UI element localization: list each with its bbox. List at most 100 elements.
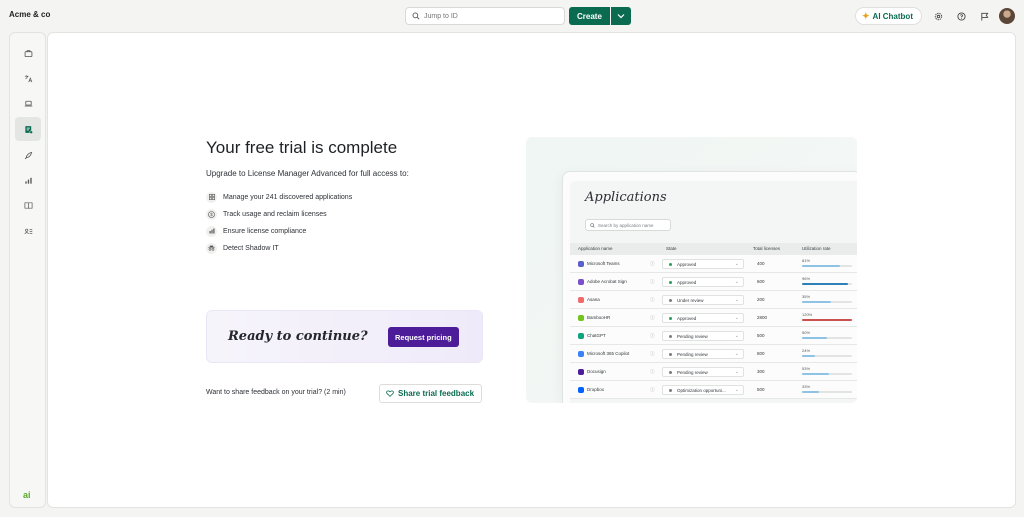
sidebar-item-people[interactable] (15, 219, 41, 243)
state-dot (669, 353, 672, 356)
people-icon (23, 228, 32, 234)
state-select: Approved ⌄ (662, 313, 744, 323)
upgrade-cta-card: Ready to continue? Request pricing (206, 310, 483, 363)
table-row: Microsoft Teams ⓘ Approved ⌄ 400 81% (570, 255, 857, 273)
jump-to-id-search[interactable] (405, 7, 565, 25)
column-header: Utilization rate (802, 246, 831, 251)
utilization-bar (802, 283, 852, 285)
utilization-bar (802, 265, 852, 267)
total-licenses: 200 (757, 297, 765, 302)
preview-table-header: Application name State Total licenses Ut… (570, 243, 857, 255)
license-icon (24, 125, 33, 134)
utilization-bar-fill (802, 265, 840, 267)
sidebar-item-projects[interactable] (15, 143, 41, 167)
utilization: 53% (802, 366, 857, 375)
org-name[interactable]: Acme & co (9, 10, 50, 19)
share-feedback-button[interactable]: Share trial feedback (379, 384, 483, 403)
state-dot (669, 317, 672, 320)
utilization-bar-fill (802, 283, 848, 285)
chevron-down-icon: ⌄ (734, 387, 739, 393)
applications-preview: Applications Search by application name … (526, 137, 857, 403)
state-label: Approved (677, 262, 697, 267)
utilization-percent: 120% (802, 312, 813, 317)
utilization: 50% (802, 330, 857, 339)
sidebar-item-license-manager[interactable] (15, 117, 41, 141)
sidebar: ai (9, 32, 46, 508)
chart-icon (24, 177, 32, 184)
sidebar-item-workspace[interactable] (15, 41, 41, 65)
info-icon: ⓘ (650, 315, 655, 320)
notifications-button[interactable] (979, 11, 989, 21)
heart-icon (386, 390, 394, 397)
sparkle-icon: ✦ (862, 10, 870, 21)
app-logo-icon (578, 261, 584, 267)
flag-icon (980, 12, 989, 21)
state-label: Approved (677, 280, 697, 285)
request-pricing-button[interactable]: Request pricing (388, 327, 459, 347)
state-label: Pending review (677, 334, 708, 339)
app-logo-icon (578, 333, 584, 339)
utilization-bar-fill (802, 319, 852, 321)
settings-button[interactable] (933, 11, 943, 21)
utilization-bar (802, 301, 852, 303)
feature-item: $ Track usage and reclaim licenses (206, 208, 327, 220)
cta-heading: Ready to continue? (228, 329, 368, 344)
chevron-down-icon: ⌄ (734, 261, 739, 267)
app-logo-icon (578, 351, 584, 357)
info-icon: ⓘ (650, 279, 655, 284)
grid-icon (206, 191, 217, 203)
state-select: Under review ⌄ (662, 295, 744, 305)
help-icon (956, 11, 966, 21)
feature-item: Detect Shadow IT (206, 242, 279, 254)
create-button[interactable]: Create (569, 7, 610, 25)
chevron-down-icon: ⌄ (734, 369, 739, 375)
total-licenses: 2800 (757, 315, 768, 320)
translate-icon (24, 74, 32, 82)
state-dot (669, 335, 672, 338)
total-licenses: 600 (757, 279, 765, 284)
state-select: Approved ⌄ (662, 259, 744, 269)
state-dot (669, 281, 672, 284)
dollar-icon: $ (206, 208, 217, 220)
state-select: Optimization opportuni... ⌄ (662, 385, 744, 395)
feature-text: Track usage and reclaim licenses (223, 210, 327, 218)
sidebar-item-analytics[interactable] (15, 168, 41, 192)
column-header: Application name (578, 246, 613, 251)
rocket-icon (24, 151, 32, 159)
app-name: ChatGPT (587, 333, 606, 338)
create-dropdown-button[interactable] (610, 7, 631, 25)
chevron-down-icon: ⌄ (734, 297, 739, 303)
user-avatar[interactable] (999, 8, 1015, 24)
utilization: 81% (802, 258, 857, 267)
search-input[interactable] (424, 12, 554, 20)
search-icon (590, 222, 595, 228)
feedback-question: Want to share feedback on your trial? (2… (206, 389, 346, 396)
total-licenses: 400 (757, 261, 765, 266)
utilization-percent: 50% (802, 330, 811, 335)
app-name: Docusign (587, 369, 606, 374)
utilization-bar (802, 355, 852, 357)
sidebar-item-translate[interactable] (15, 66, 41, 90)
app-name: Microsoft 365 Copilot (587, 351, 630, 356)
preview-window: Applications Search by application name … (562, 171, 857, 403)
utilization-percent: 24% (802, 348, 811, 353)
help-button[interactable] (956, 11, 966, 21)
utilization-percent: 33% (802, 384, 811, 389)
state-select: Pending review ⌄ (662, 331, 744, 341)
ai-chatbot-button[interactable]: ✦ AI Chatbot (855, 7, 922, 25)
compliance-icon (206, 225, 217, 237)
table-row: Adobe Acrobat Sign ⓘ Approved ⌄ 600 96% (570, 273, 857, 291)
app-name: Adobe Acrobat Sign (587, 279, 627, 284)
sidebar-item-knowledge[interactable] (15, 193, 41, 217)
table-row: Asana ⓘ Under review ⌄ 200 35% (570, 291, 857, 309)
chevron-down-icon: ⌄ (734, 315, 739, 321)
chevron-down-icon (617, 14, 625, 19)
share-feedback-label: Share trial feedback (398, 389, 475, 398)
app-name: Asana (587, 297, 600, 302)
utilization-percent: 53% (802, 366, 811, 371)
utilization-bar (802, 373, 852, 375)
state-select: Pending review ⌄ (662, 367, 744, 377)
sidebar-item-devices[interactable] (15, 91, 41, 115)
briefcase-icon (24, 49, 32, 57)
app-logo-icon (578, 315, 584, 321)
